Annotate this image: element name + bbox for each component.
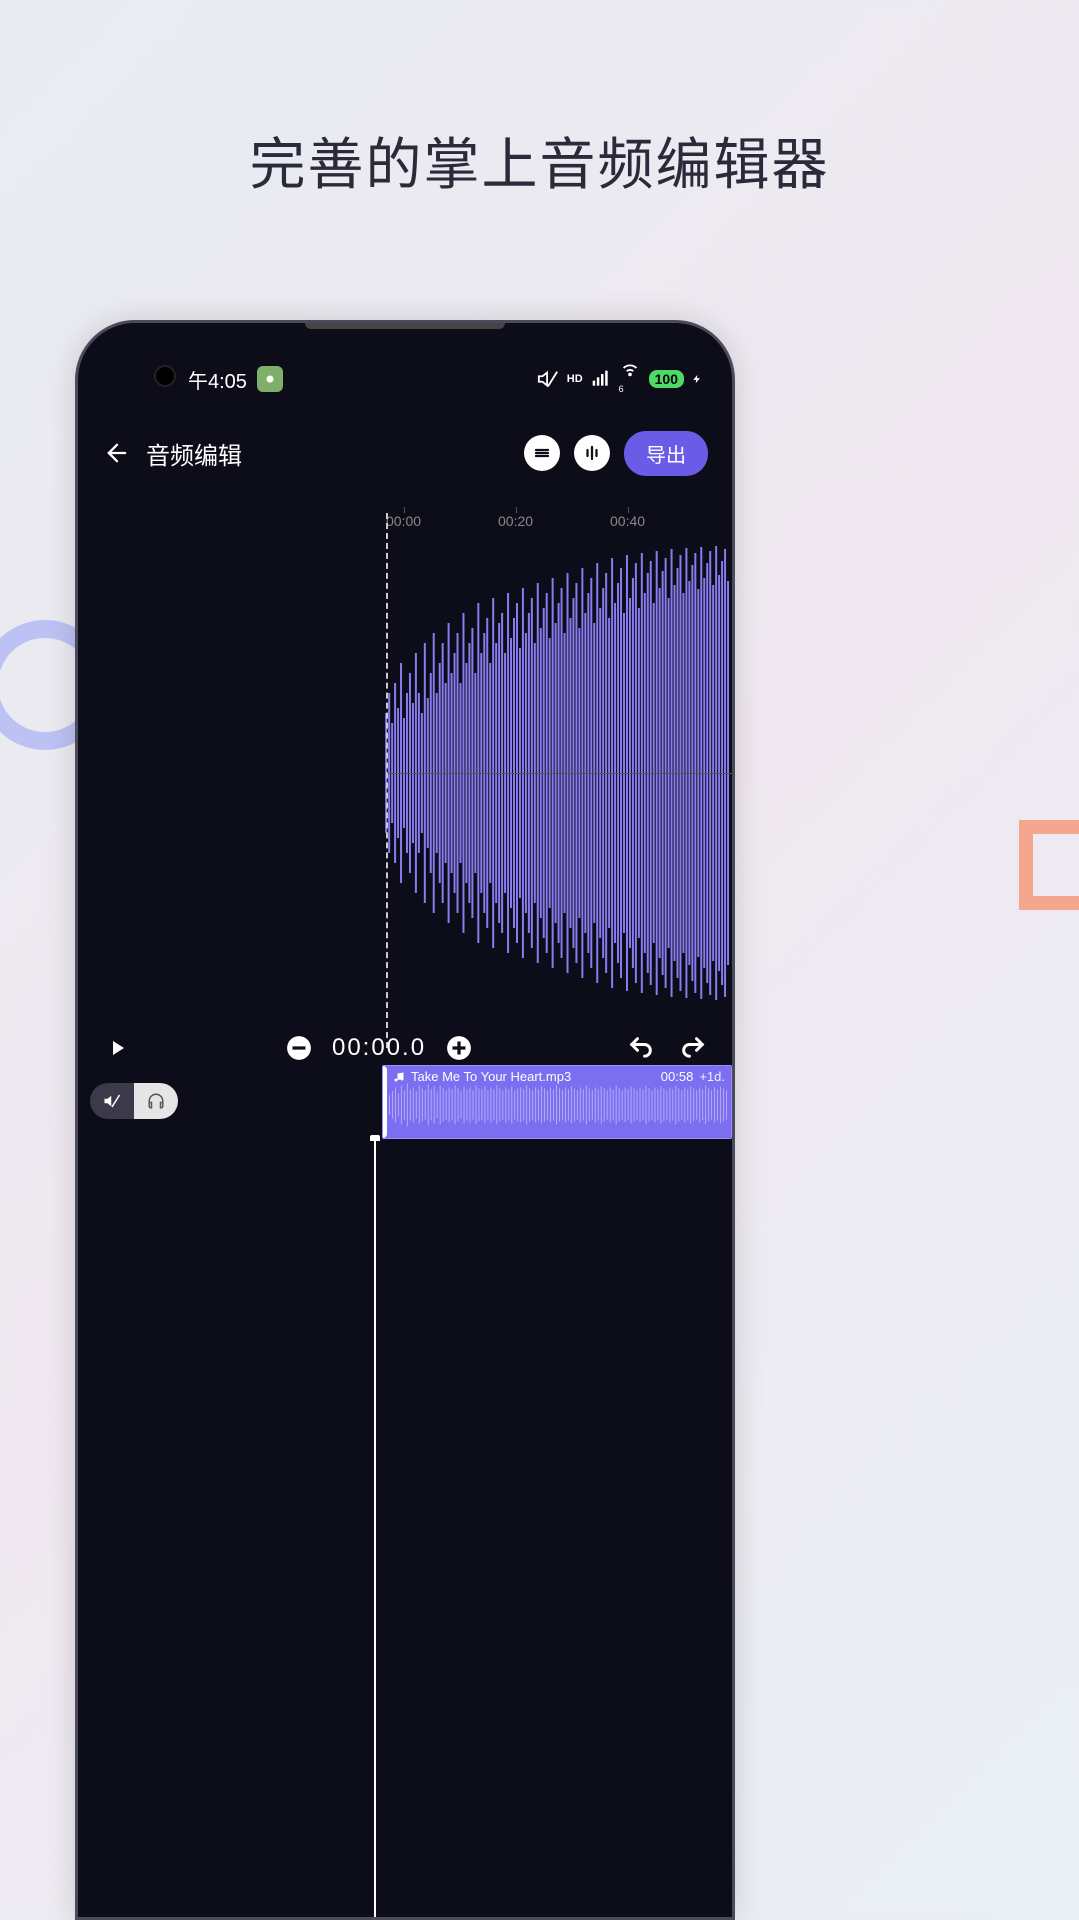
ruler-tick: 00:40 [610,513,645,529]
phone-mockup: 午4:05 HD 6 [75,320,735,1920]
zoom-in-button[interactable] [440,1029,478,1067]
back-button[interactable] [102,438,132,468]
battery-indicator: 100 [649,370,684,388]
decorative-square [1019,820,1079,910]
status-time: 午4:05 [188,365,247,394]
monitor-toggle[interactable] [90,1083,178,1119]
audio-clip[interactable]: Take Me To Your Heart.mp3 00:58 +1d. [382,1065,732,1139]
mute-icon [537,368,559,390]
charging-icon [692,371,702,387]
track-playhead[interactable] [374,1141,376,1917]
clip-waveform-graphic [383,1066,731,1138]
export-button[interactable]: 导出 [624,431,708,476]
headphone-toggle[interactable] [134,1083,178,1119]
signal-icon [591,369,611,389]
ruler-tick: 00:20 [498,513,533,529]
notification-badge-icon [257,366,283,392]
timeline-ruler[interactable]: 00:00 00:20 00:40 [78,513,732,543]
tracks-icon-button[interactable] [524,435,560,471]
undo-button[interactable] [622,1029,660,1067]
app-header: 音频编辑 导出 [78,423,732,483]
hd-indicator: HD [567,373,583,385]
waveform-midline [388,773,732,774]
main-waveform[interactable] [78,543,732,1003]
ruler-tick: 00:00 [386,513,421,529]
wifi-icon: 6 [619,357,641,402]
playhead[interactable] [386,513,388,1048]
screen-title: 音频编辑 [146,436,510,471]
promo-title: 完善的掌上音频编辑器 [0,120,1079,201]
redo-button[interactable] [674,1029,712,1067]
status-bar: 午4:05 HD 6 [78,359,732,399]
mute-toggle[interactable] [90,1083,134,1119]
waveform-icon-button[interactable] [574,435,610,471]
time-display: 00:00.0 [332,1034,426,1062]
zoom-out-button[interactable] [280,1029,318,1067]
play-button[interactable] [98,1029,136,1067]
